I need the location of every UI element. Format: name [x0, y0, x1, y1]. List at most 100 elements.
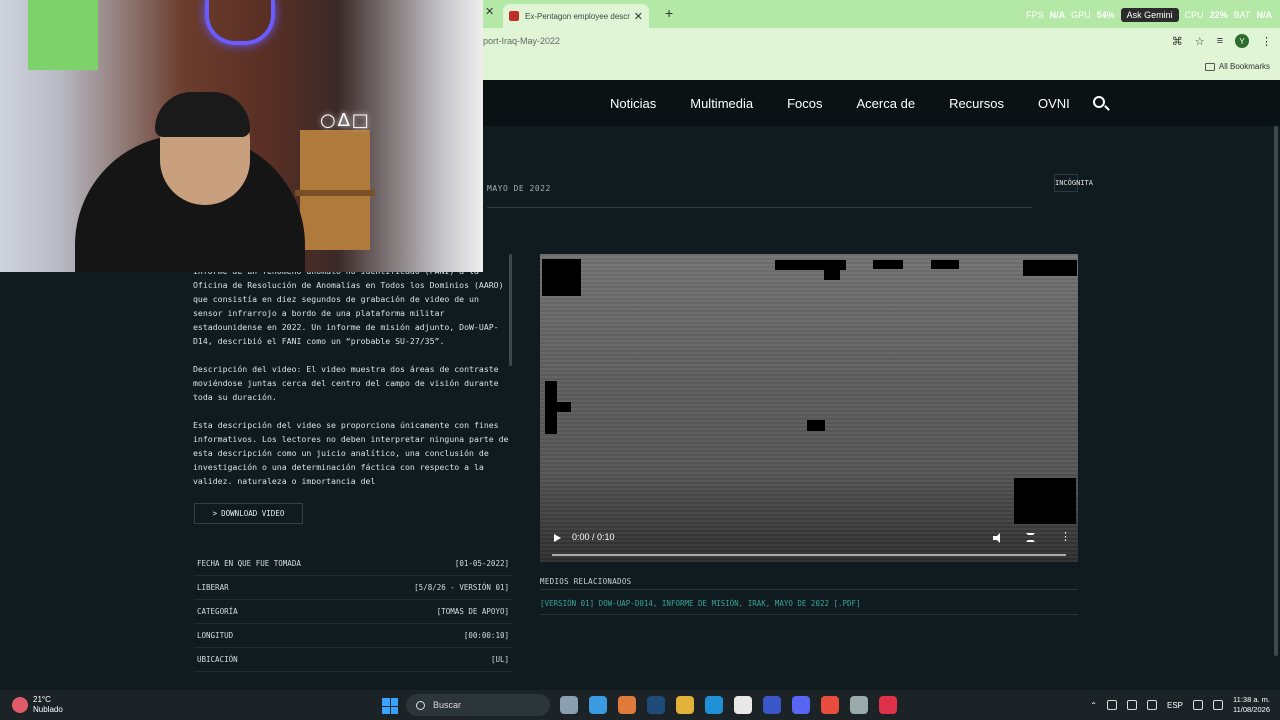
nav-item-acerca-de[interactable]: Acerca de [857, 96, 916, 111]
extensions-icon[interactable]: ≡ [1217, 35, 1223, 47]
metadata-table: FECHA EN QUE FUE TOMADA [01-05-2022] LIB… [194, 552, 512, 672]
copilot-icon[interactable] [589, 696, 607, 714]
gpu-label: GPU [1071, 10, 1091, 20]
browser-tabbar: ✕ Ex-Pentagon employee describ ✕ + FPS N… [483, 0, 1280, 28]
play-icon[interactable] [554, 534, 561, 542]
redaction-block [807, 420, 825, 431]
shelf-board [295, 190, 375, 196]
chrome-icon[interactable] [821, 696, 839, 714]
weather-text: 21°C Nublado [33, 695, 63, 715]
divider [540, 614, 1078, 615]
download-prefix: > [212, 509, 218, 518]
neon-sign: ○∆□ [320, 110, 371, 131]
language-indicator[interactable]: ESP [1167, 701, 1183, 710]
meta-row: LIBERAR [5/8/26 - VERSIÓN 01] [194, 576, 512, 600]
tray-app-icon[interactable] [1107, 700, 1117, 710]
translate-icon[interactable]: ⌘ [1172, 35, 1183, 48]
taskbar-search-label: Buscar [433, 700, 462, 710]
profile-avatar[interactable]: Y [1235, 34, 1249, 48]
nav-item-recursos[interactable]: Recursos [949, 96, 1004, 111]
redaction-block [545, 402, 571, 412]
edge-icon[interactable] [705, 696, 723, 714]
url-field[interactable]: port-Iraq-May-2022 [483, 36, 560, 46]
close-icon[interactable]: ✕ [485, 5, 494, 18]
related-media-title: MEDIOS RELACIONADOS [540, 577, 632, 586]
discord-icon[interactable] [792, 696, 810, 714]
bookmarks-bar: All Bookmarks [483, 56, 1280, 80]
performance-overlay: FPS N/A GPU 54% Ask Gemini CPU 22% BAT N… [1026, 8, 1272, 22]
related-pdf-link[interactable]: [VERSIÓN 01] DOW-UAP-D014, INFORME DE MI… [540, 599, 861, 608]
address-actions: ⌘ ☆ ≡ Y ⋮ [1172, 34, 1272, 48]
page-scrollbar[interactable] [1274, 126, 1278, 656]
new-tab-icon[interactable]: + [665, 5, 673, 21]
meta-value: [UL] [490, 655, 509, 664]
menu-kebab-icon[interactable]: ⋮ [1261, 35, 1272, 48]
weather-icon [12, 697, 28, 713]
weather-widget[interactable]: 21°C Nublado [12, 695, 63, 715]
description-paragraph-3: Esta descripción del video se proporcion… [193, 420, 509, 484]
gpu-value: 54% [1096, 10, 1115, 20]
weather-temp: 21°C [33, 695, 51, 704]
more-options-icon[interactable]: ⋮ [1060, 532, 1071, 543]
redaction-block [931, 260, 959, 269]
screen: ○∆□ ✕ Ex-Pentagon employee describ ✕ + F… [0, 0, 1280, 720]
app-icon[interactable] [763, 696, 781, 714]
meta-row: CATEGORÍA [TOMAS DE APOYO] [194, 600, 512, 624]
task-view-icon[interactable] [560, 696, 578, 714]
tab-title: Ex-Pentagon employee describ [525, 11, 630, 21]
app-icon[interactable] [879, 696, 897, 714]
video-player[interactable]: 0:00 / 0:10 ⋮ [540, 254, 1078, 562]
speaker-icon[interactable] [1213, 700, 1224, 710]
volume-icon[interactable] [993, 533, 1003, 543]
chevron-up-icon[interactable]: ⌃ [1090, 701, 1097, 710]
description-scrollbar[interactable] [509, 254, 512, 366]
nav-item-focos[interactable]: Focos [787, 96, 822, 111]
browser-tab[interactable]: Ex-Pentagon employee describ ✕ [503, 4, 649, 28]
steam-icon[interactable] [647, 696, 665, 714]
clock-time: 11:38 a. m. [1233, 695, 1270, 704]
video-controls: 0:00 / 0:10 ⋮ [540, 522, 1078, 562]
bookmark-star-icon[interactable]: ☆ [1195, 35, 1205, 48]
download-video-button[interactable]: > DOWNLOAD VIDEO [194, 503, 303, 524]
nav-item-ovni[interactable]: OVNI [1038, 96, 1070, 111]
clock[interactable]: 11:38 a. m. 11/08/2026 [1233, 695, 1270, 715]
meta-row: UBICACIÓN [UL] [194, 648, 512, 672]
infrared-footage [540, 254, 1078, 562]
system-tray: ⌃ ESP 11:38 a. m. 11/08/2026 [1090, 695, 1270, 715]
cpu-label: CPU [1184, 10, 1204, 20]
taskbar-search[interactable]: Buscar [406, 694, 550, 716]
fps-value: N/A [1049, 10, 1066, 20]
settings-icon[interactable] [850, 696, 868, 714]
app-icon[interactable] [618, 696, 636, 714]
download-label: DOWNLOAD VIDEO [221, 509, 285, 518]
meta-value: [TOMAS DE APOYO] [436, 607, 509, 616]
search-icon[interactable] [1093, 96, 1105, 108]
page-date: MAYO DE 2022 [487, 184, 551, 193]
meta-label: FECHA EN QUE FUE TOMADA [197, 559, 301, 568]
meta-value: [00:00:10] [463, 631, 509, 640]
meta-label: LIBERAR [197, 583, 229, 592]
tab-close-icon[interactable]: ✕ [634, 10, 643, 23]
bat-value: N/A [1256, 10, 1273, 20]
file-explorer-icon[interactable] [676, 696, 694, 714]
microphone-icon[interactable] [1127, 700, 1137, 710]
network-icon[interactable] [1193, 700, 1204, 710]
meta-row: LONGITUD [00:00:10] [194, 624, 512, 648]
windows-start-icon[interactable] [382, 698, 398, 714]
store-icon[interactable] [734, 696, 752, 714]
meta-label: CATEGORÍA [197, 607, 238, 616]
all-bookmarks-label: All Bookmarks [1218, 62, 1270, 71]
all-bookmarks-button[interactable]: All Bookmarks [1204, 62, 1270, 71]
redaction-block [824, 268, 840, 280]
video-progress-bar[interactable] [552, 554, 1066, 556]
ask-gemini-button[interactable]: Ask Gemini [1120, 8, 1179, 22]
tray-app-icon[interactable] [1147, 700, 1157, 710]
redaction-block [1014, 478, 1076, 524]
fullscreen-icon[interactable] [1026, 533, 1035, 542]
nav-item-multimedia[interactable]: Multimedia [690, 96, 753, 111]
pinned-apps [560, 696, 897, 714]
taskbar: 21°C Nublado Buscar ⌃ ESP 11:38 a. m. 11… [0, 690, 1280, 720]
redaction-block [873, 260, 903, 269]
nav-item-noticias[interactable]: Noticias [610, 96, 656, 111]
redaction-block [542, 259, 581, 296]
